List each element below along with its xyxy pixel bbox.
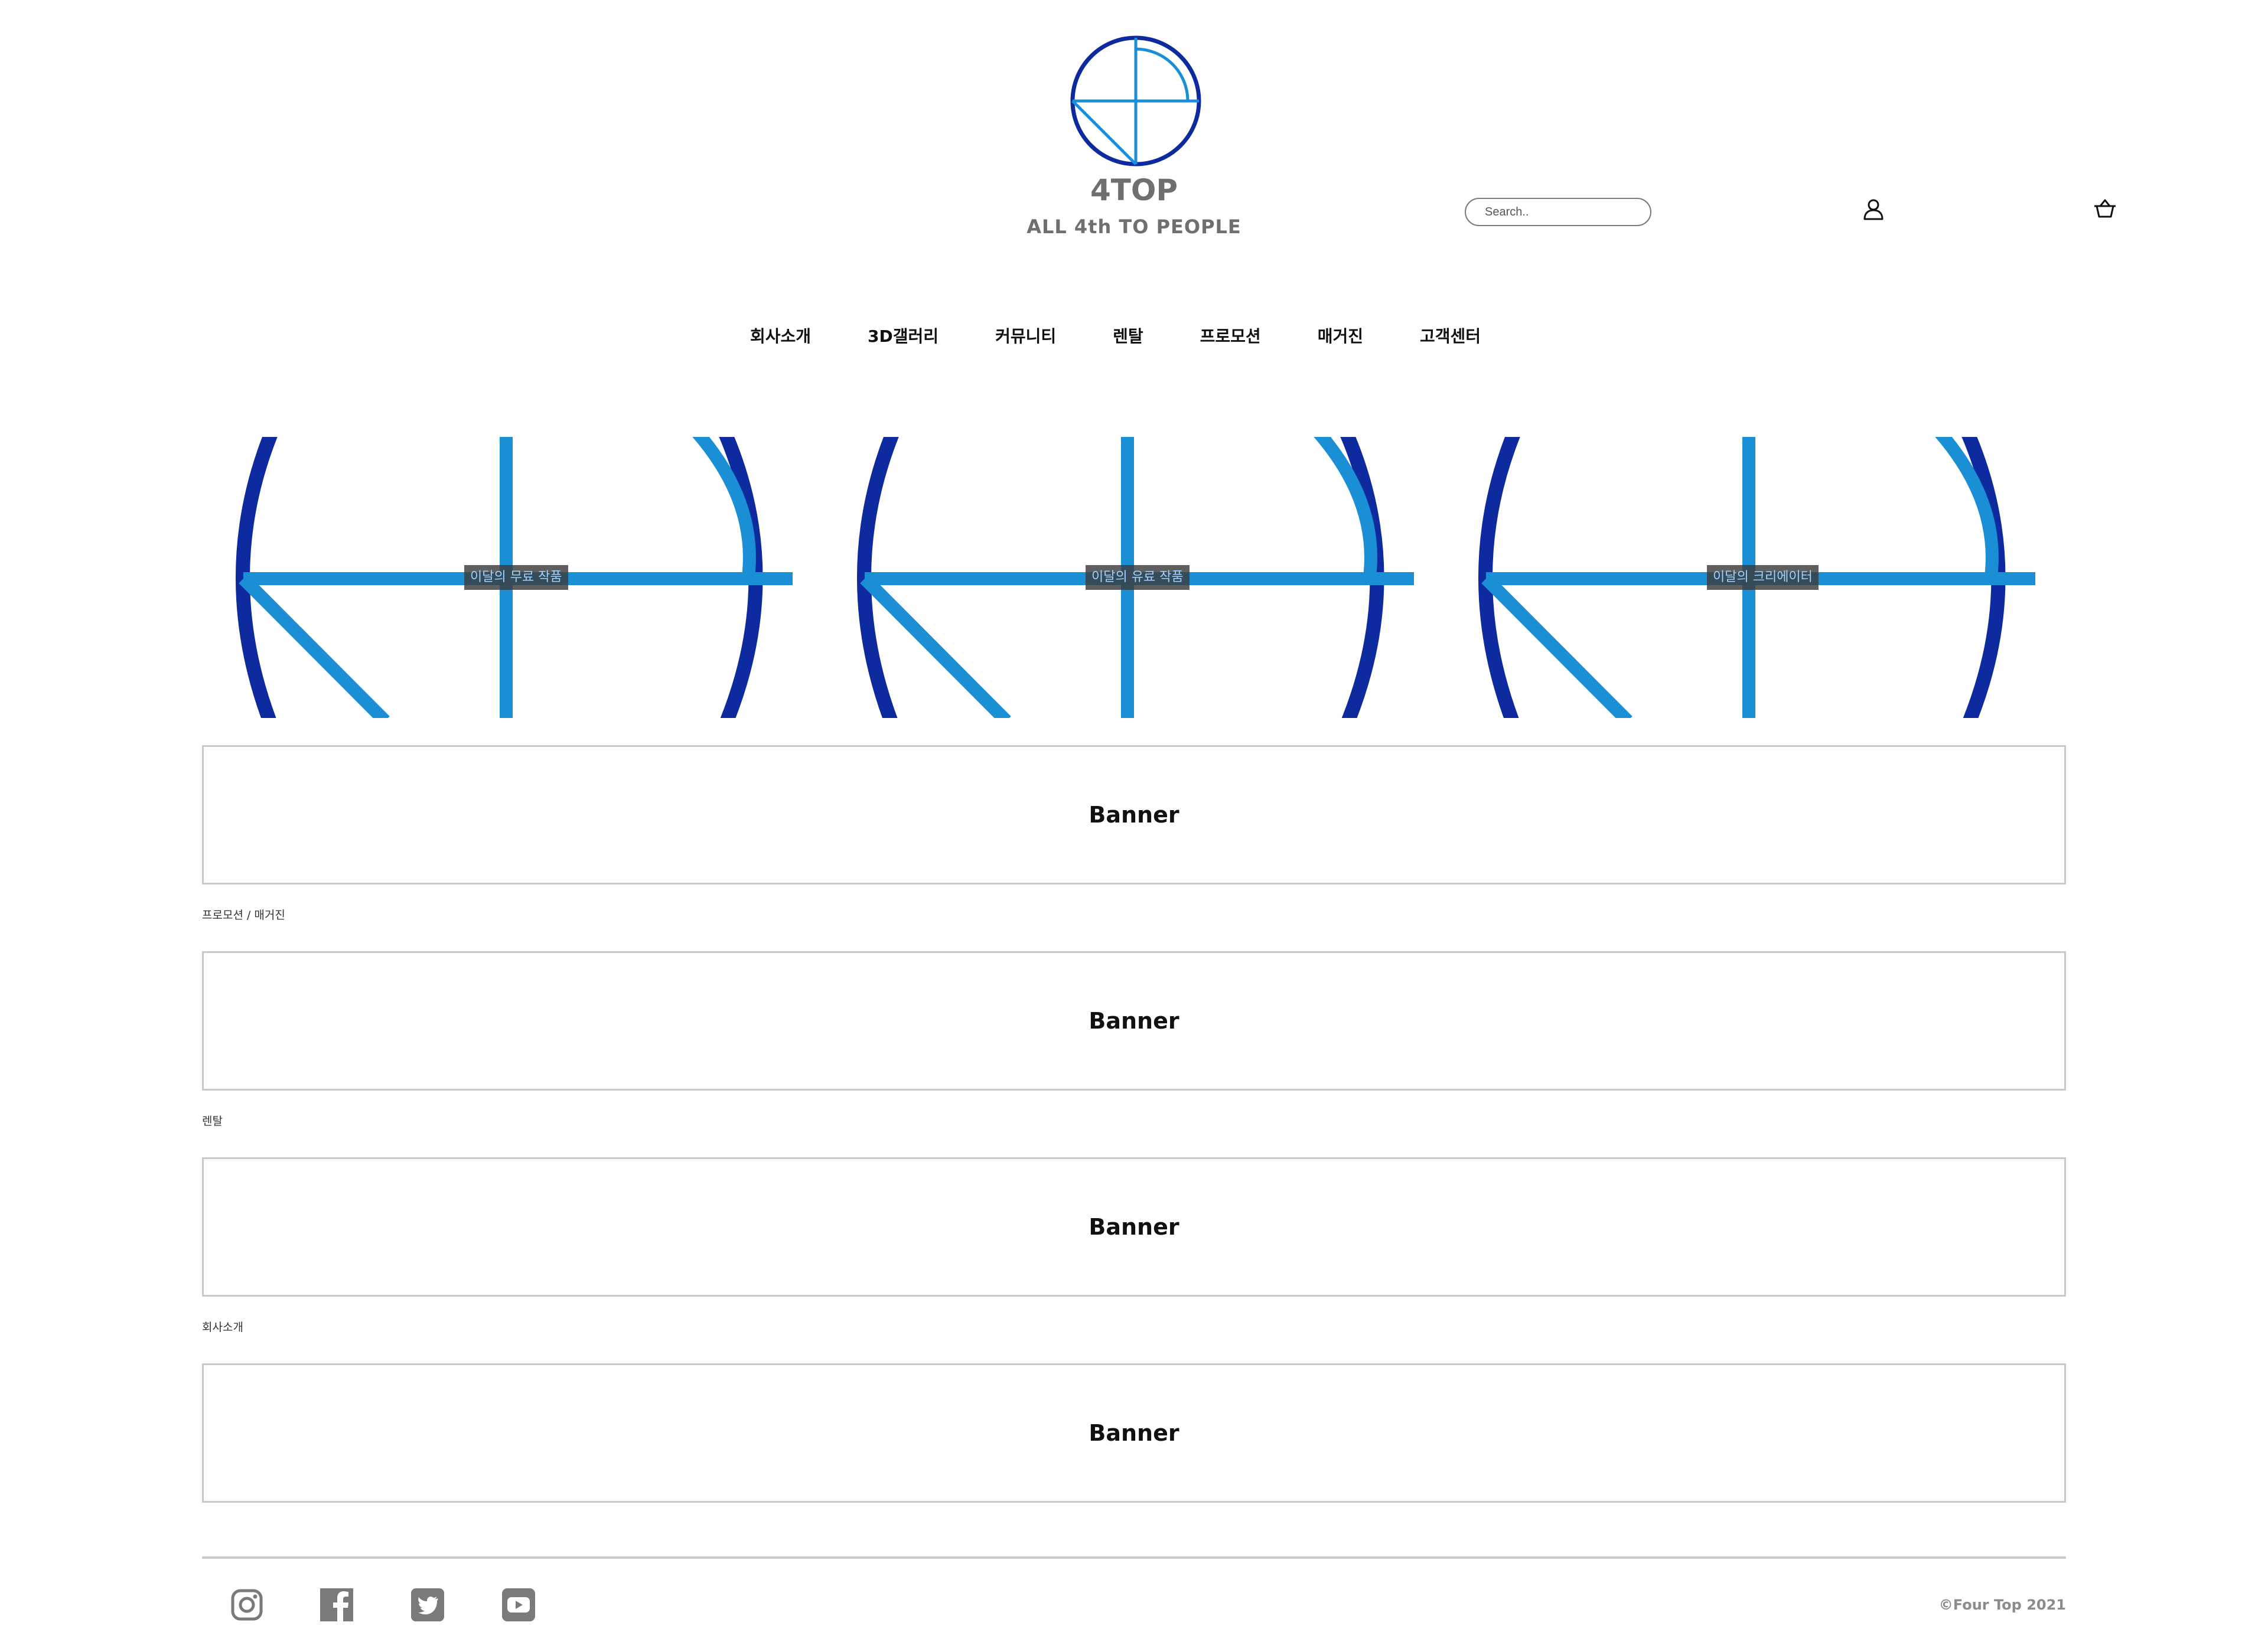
user-account-button[interactable]	[1859, 195, 1888, 223]
brand-name: 4TOP	[1090, 173, 1178, 207]
basket-icon	[2094, 199, 2116, 218]
hero-slide-label: 이달의 유료 작품	[1086, 565, 1190, 590]
hero-carousel: 이달의 무료 작품 이달의 유료 작품 이달의 크리에이터	[202, 437, 2066, 718]
hero-slide-paid-works[interactable]: 이달의 유료 작품	[823, 437, 1445, 718]
banner-promotion-magazine[interactable]: Banner	[202, 951, 2066, 1091]
banner-label: Banner	[1089, 1420, 1179, 1446]
banner-1[interactable]: Banner	[202, 745, 2066, 884]
twitter-link[interactable]	[410, 1587, 445, 1623]
nav-item-customer-center[interactable]: 고객센터	[1420, 319, 1481, 354]
banner-rental[interactable]: Banner	[202, 1157, 2066, 1297]
facebook-link[interactable]	[319, 1587, 354, 1623]
banner-label: Banner	[1089, 1008, 1179, 1034]
brand-tagline: ALL 4th TO PEOPLE	[1027, 216, 1241, 238]
nav-item-community[interactable]: 커뮤니티	[995, 319, 1056, 354]
hero-slide-creator[interactable]: 이달의 크리에이터	[1445, 437, 2066, 718]
section-label-company: 회사소개	[202, 1321, 243, 1334]
hero-slide-free-works[interactable]: 이달의 무료 작품	[202, 437, 823, 718]
copyright-text: ©Four Top 2021	[1938, 1597, 2066, 1613]
hero-slide-label: 이달의 크리에이터	[1707, 565, 1819, 590]
nav-item-magazine[interactable]: 매거진	[1318, 319, 1363, 354]
nav-item-promotion[interactable]: 프로모션	[1200, 319, 1261, 354]
section-label-promotion-magazine: 프로모션 / 매거진	[202, 909, 285, 922]
banner-label: Banner	[1089, 802, 1179, 828]
nav-item-rental[interactable]: 렌탈	[1113, 319, 1143, 354]
logo-mark[interactable]	[1069, 34, 1203, 168]
cart-button[interactable]	[2091, 195, 2119, 223]
search-input[interactable]	[1465, 198, 1651, 226]
instagram-icon	[231, 1589, 263, 1621]
instagram-link[interactable]	[229, 1587, 265, 1623]
footer-divider	[202, 1556, 2066, 1559]
nav-item-company[interactable]: 회사소개	[750, 319, 811, 354]
main-nav: 회사소개 3D갤러리 커뮤니티 렌탈 프로모션 매거진 고객센터	[750, 319, 1481, 354]
hero-slide-label: 이달의 무료 작품	[464, 565, 568, 590]
facebook-icon	[320, 1588, 353, 1621]
section-label-rental: 렌탈	[202, 1115, 223, 1128]
youtube-icon	[502, 1588, 535, 1621]
banner-company[interactable]: Banner	[202, 1363, 2066, 1503]
user-icon	[1863, 199, 1884, 220]
banner-label: Banner	[1089, 1214, 1179, 1240]
twitter-icon	[411, 1588, 444, 1621]
youtube-link[interactable]	[501, 1587, 536, 1623]
nav-item-3d-gallery[interactable]: 3D갤러리	[868, 319, 939, 354]
